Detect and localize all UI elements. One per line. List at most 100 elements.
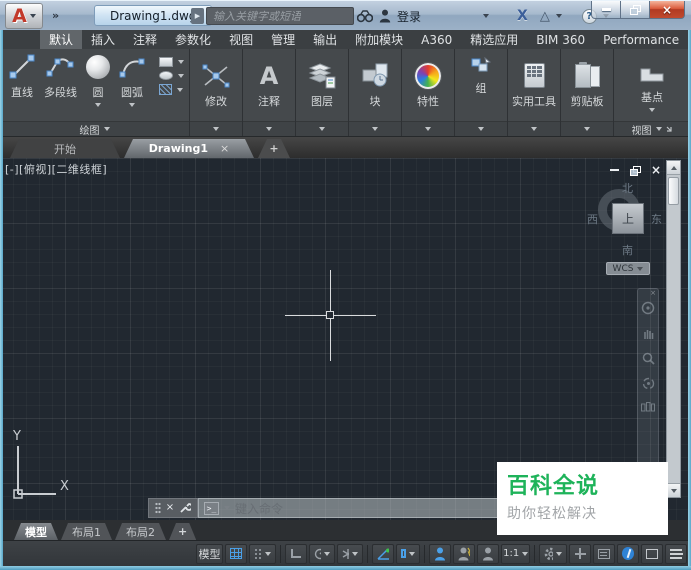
chevron-down-icon[interactable] (265, 552, 271, 556)
chevron-down-icon[interactable] (129, 103, 135, 107)
ellipse-button[interactable] (159, 71, 184, 80)
tab-layout2[interactable]: 布局2 (115, 523, 166, 540)
tab-layout1[interactable]: 布局1 (61, 523, 112, 540)
circle-button[interactable]: 圆 (83, 53, 113, 107)
panel-launcher-icon[interactable] (666, 126, 673, 133)
view-panel-footer[interactable]: 视图 (614, 121, 690, 136)
clipboard-panel-footer[interactable] (561, 121, 613, 136)
chevron-down-icon[interactable] (556, 552, 562, 556)
ribbon-tab-addins[interactable]: 附加模块 (346, 30, 412, 49)
chevron-down-icon[interactable] (409, 552, 415, 556)
block-panel-footer[interactable] (349, 121, 401, 136)
pan-hand-icon[interactable] (642, 327, 655, 340)
object-snap-button[interactable] (396, 544, 420, 564)
close-button[interactable]: × (649, 1, 685, 19)
chevron-down-icon[interactable] (649, 108, 655, 112)
scrollbar-thumb[interactable] (668, 177, 679, 205)
object-snap-tracking-button[interactable] (372, 544, 394, 564)
a360-icon[interactable]: △ (540, 9, 550, 24)
tab-model[interactable]: 模型 (14, 523, 58, 540)
help-search-input[interactable]: 输入关键字或短语 (206, 7, 354, 25)
scroll-up-button[interactable] (667, 161, 680, 175)
navbar-close-icon[interactable]: × (650, 289, 656, 297)
workspace-switching-button[interactable] (539, 544, 567, 564)
drag-grip-icon[interactable] (155, 502, 161, 514)
graphics-performance-button[interactable] (617, 544, 639, 564)
show-motion-icon[interactable] (641, 402, 655, 412)
viewcube-north[interactable]: 北 (622, 180, 633, 196)
close-icon[interactable]: × (651, 164, 661, 176)
ribbon-tab-performance[interactable]: Performance (594, 30, 688, 49)
chevron-down-icon[interactable] (352, 552, 358, 556)
ribbon-tab-bim360[interactable]: BIM 360 (527, 30, 594, 49)
application-menu-button[interactable]: A (5, 3, 43, 29)
quick-properties-button[interactable] (593, 544, 615, 564)
utilities-panel-footer[interactable] (508, 121, 560, 136)
ribbon-tab-insert[interactable]: 插入 (82, 30, 124, 49)
viewport-controls-label[interactable]: [-][俯视][二维线框] (5, 161, 107, 177)
new-drawing-tab-button[interactable]: + (258, 139, 290, 158)
wrench-icon[interactable] (179, 502, 191, 514)
annotation-panel-footer[interactable] (243, 121, 295, 136)
ribbon-tab-manage[interactable]: 管理 (262, 30, 304, 49)
sign-in-button[interactable]: 登录 (397, 8, 421, 25)
signin-dropdown-icon[interactable] (483, 14, 489, 18)
navigation-wheel-icon[interactable] (641, 301, 655, 315)
wcs-dropdown[interactable]: WCS (606, 262, 650, 275)
annotation-scale-button[interactable]: 1:1 (501, 544, 530, 564)
command-line[interactable]: × >_ 键入命令 (148, 498, 500, 518)
properties-panel-footer[interactable] (402, 121, 454, 136)
quick-access-expand-button[interactable]: » (52, 9, 58, 22)
exchange-apps-icon[interactable]: X (517, 8, 528, 24)
annotation-visibility-button[interactable] (429, 544, 451, 564)
ortho-mode-button[interactable] (285, 544, 307, 564)
annotation-scale-person-button[interactable] (477, 544, 499, 564)
draw-panel-footer[interactable]: 绘图 (0, 121, 189, 136)
new-layout-button[interactable]: + (169, 523, 196, 540)
close-icon[interactable]: × (166, 503, 174, 513)
annotation-autoscale-button[interactable] (453, 544, 475, 564)
a360-dropdown-icon[interactable] (556, 14, 562, 18)
file-tab-drawing1[interactable]: Drawing1 × (124, 139, 254, 158)
grid-display-button[interactable] (225, 544, 247, 564)
ribbon-tab-annotate[interactable]: 注释 (124, 30, 166, 49)
hatch-button[interactable] (159, 84, 184, 95)
title-arrow-icon[interactable]: ▶ (191, 8, 204, 24)
scroll-down-button[interactable] (667, 483, 680, 497)
rectangle-button[interactable] (159, 57, 184, 67)
polyline-button[interactable]: 多段线 (41, 53, 80, 100)
minimize-icon[interactable] (610, 169, 619, 171)
polar-tracking-button[interactable] (309, 544, 335, 564)
ribbon-tab-view[interactable]: 视图 (220, 30, 262, 49)
layers-panel-footer[interactable] (296, 121, 348, 136)
ribbon-tab-a360[interactable]: A360 (412, 30, 461, 49)
navigation-bar[interactable]: × (637, 288, 659, 470)
chevron-down-icon[interactable] (95, 103, 101, 107)
isometric-drafting-button[interactable] (337, 544, 363, 564)
annotation-monitor-button[interactable] (569, 544, 591, 564)
clean-screen-button[interactable] (641, 544, 663, 564)
ribbon-tab-home[interactable]: 默认 (40, 30, 82, 49)
group-panel-footer[interactable] (455, 121, 507, 136)
viewcube-south[interactable]: 南 (622, 242, 633, 258)
modify-panel-footer[interactable] (190, 121, 242, 136)
file-tab-start[interactable]: 开始 (10, 139, 120, 158)
command-input[interactable]: >_ 键入命令 (198, 498, 500, 518)
ribbon-tab-featured-apps[interactable]: 精选应用 (461, 30, 527, 49)
restore-icon[interactable] (630, 166, 640, 175)
chevron-down-icon[interactable] (324, 552, 330, 556)
chevron-down-icon[interactable] (522, 552, 528, 556)
viewcube-top-face[interactable]: 上 (612, 203, 644, 234)
viewcube-west[interactable]: 西 (587, 211, 598, 227)
ribbon-tab-output[interactable]: 输出 (304, 30, 346, 49)
orbit-icon[interactable] (642, 377, 655, 390)
recent-commands-dropdown-icon[interactable] (224, 506, 230, 510)
viewcube-east[interactable]: 东 (651, 211, 662, 227)
command-line-handle[interactable]: × (148, 498, 198, 518)
zoom-icon[interactable] (642, 352, 655, 365)
minimize-button[interactable] (591, 1, 621, 19)
tab-close-icon[interactable]: × (220, 142, 229, 155)
customization-button[interactable] (665, 544, 687, 564)
arc-button[interactable]: 圆弧 (116, 53, 148, 107)
restore-button[interactable] (621, 1, 649, 19)
